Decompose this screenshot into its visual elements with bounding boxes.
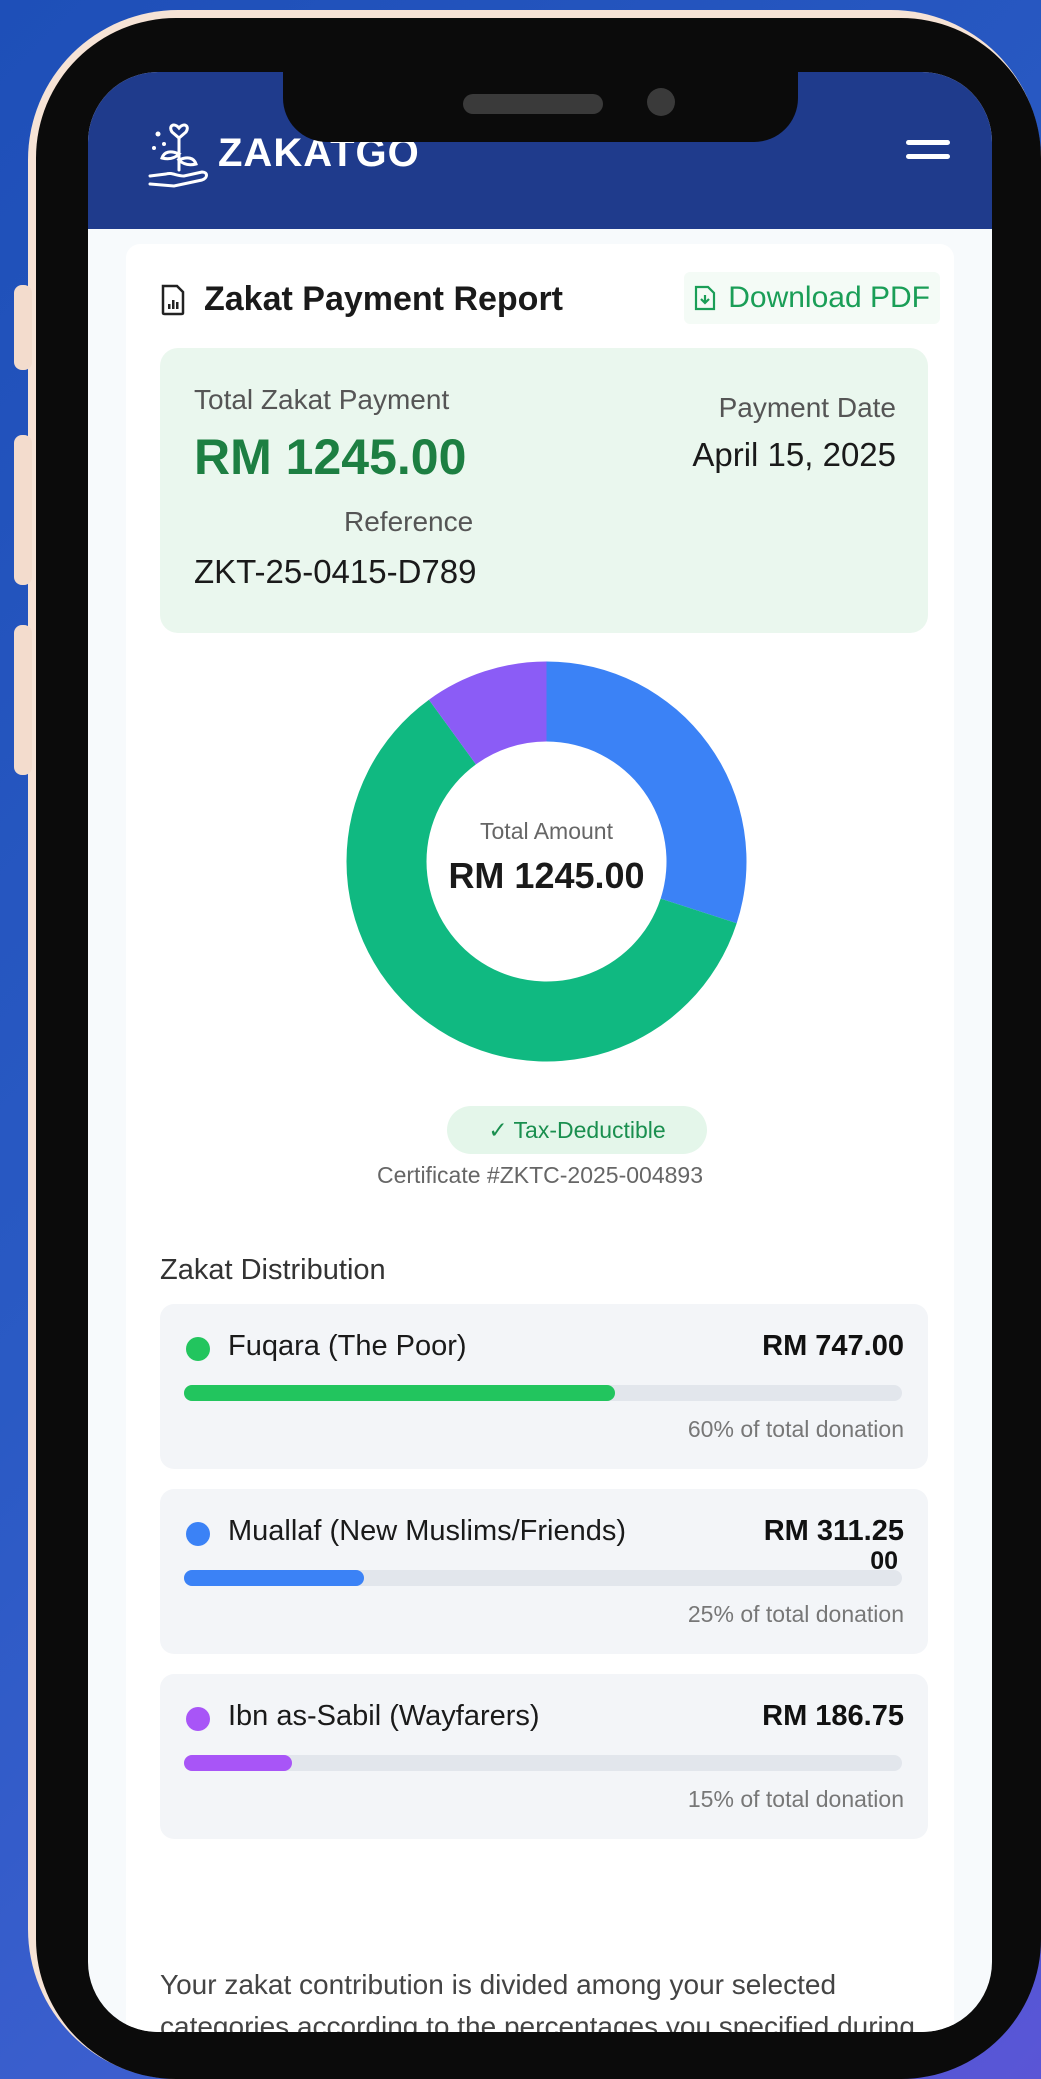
distribution-item-amount: RM 747.00 — [762, 1330, 904, 1362]
certificate-number: Certificate #ZKTC-2025-004893 — [377, 1162, 703, 1188]
distribution-footnote: Your zakat contribution is divided among… — [160, 1969, 915, 2032]
report-document-icon — [161, 284, 185, 315]
payment-date-label: Payment Date — [718, 392, 896, 423]
distribution-heading: Zakat Distribution — [160, 1254, 386, 1286]
distribution-progress-fill — [184, 1755, 292, 1771]
distribution-item-percent: 60% of total donation — [687, 1416, 904, 1442]
distribution-item-name: Muallaf (New Muslims/Friends) — [228, 1515, 627, 1547]
phone-camera — [647, 88, 675, 116]
download-pdf-button[interactable]: Download PDF — [684, 272, 940, 324]
category-dot-icon — [186, 1337, 210, 1361]
distribution-progress-fill — [184, 1570, 364, 1586]
distribution-item-percent: 25% of total donation — [687, 1601, 904, 1627]
payment-summary-box: Total Zakat Payment RM 1245.00 Payment D… — [160, 348, 928, 633]
payment-date-value: April 15, 2025 — [692, 436, 896, 473]
category-dot-icon — [186, 1707, 210, 1731]
distribution-progress-track — [184, 1755, 902, 1771]
total-payment-value: RM 1245.00 — [194, 429, 467, 485]
hamburger-menu-icon[interactable] — [906, 140, 950, 172]
distribution-item-muallaf: Muallaf (New Muslims/Friends) RM 311.25 … — [160, 1489, 928, 1654]
report-title: Zakat Payment Report — [204, 280, 563, 318]
distribution-progress-track — [184, 1570, 902, 1586]
reference-value: ZKT-25-0415-D789 — [194, 553, 477, 590]
distribution-item-fuqara: Fuqara (The Poor) RM 747.00 60% of total… — [160, 1304, 928, 1469]
zakat-hand-plant-icon — [148, 123, 208, 188]
phone-volume-down-button — [14, 625, 32, 775]
donut-center-value: RM 1245.00 — [448, 855, 645, 896]
category-dot-icon — [186, 1522, 210, 1546]
distribution-item-amount: RM 311.25 — [763, 1515, 904, 1547]
distribution-item-name: Fuqara (The Poor) — [228, 1330, 467, 1362]
phone-volume-up-button — [14, 435, 32, 585]
distribution-donut-chart: Total Amount RM 1245.00 — [344, 659, 749, 1064]
donut-center: Total Amount RM 1245.00 — [344, 659, 749, 1064]
distribution-item-percent: 15% of total donation — [687, 1786, 904, 1812]
distribution-item-ibn-as-sabil: Ibn as-Sabil (Wayfarers) RM 186.75 15% o… — [160, 1674, 928, 1839]
phone-notch — [283, 72, 798, 142]
download-file-icon — [695, 285, 716, 311]
distribution-progress-track — [184, 1385, 902, 1401]
report-title-row: Zakat Payment Report — [160, 280, 563, 319]
report-card: Zakat Payment Report Download PDF Total … — [126, 244, 954, 2032]
phone-screen: ZAKATGO Zakat Payment Report Download PD… — [88, 72, 992, 2032]
distribution-progress-fill — [184, 1385, 615, 1401]
distribution-item-amount: RM 186.75 — [762, 1700, 904, 1732]
phone-side-button — [14, 285, 32, 370]
distribution-item-name: Ibn as-Sabil (Wayfarers) — [228, 1700, 540, 1732]
tax-deductible-badge: ✓ Tax-Deductible — [447, 1106, 707, 1154]
total-payment-label: Total Zakat Payment — [194, 384, 450, 415]
download-pdf-label: Download PDF — [728, 281, 930, 314]
tax-deductible-label: ✓ Tax-Deductible — [488, 1116, 666, 1143]
donut-center-label: Total Amount — [480, 818, 613, 844]
phone-speaker — [463, 94, 603, 114]
reference-label: Reference — [344, 506, 474, 537]
